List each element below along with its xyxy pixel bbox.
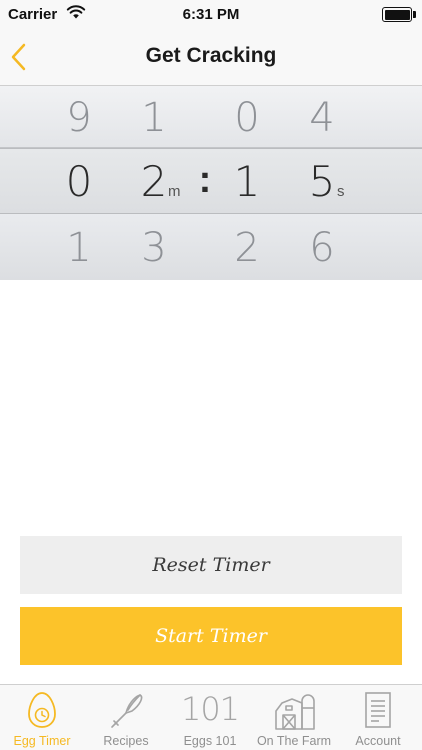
number-101-icon: 101 xyxy=(180,690,240,728)
tab-label: Eggs 101 xyxy=(183,734,237,748)
picker-row-below[interactable]: 1 3 2 6 xyxy=(0,214,422,280)
page-title: Get Cracking xyxy=(145,44,277,67)
tab-label: Account xyxy=(355,734,401,748)
tab-label: Recipes xyxy=(103,734,149,748)
start-timer-button[interactable]: Start Timer xyxy=(20,607,402,665)
egg-timer-icon xyxy=(28,692,56,728)
time-separator: : xyxy=(198,159,212,201)
tab-eggs-101[interactable]: 101 Eggs 101 xyxy=(168,685,252,750)
picker-digit[interactable]: 1 xyxy=(59,228,99,268)
tab-bar: Egg Timer Recipes 101 Eggs 101 On The Fa… xyxy=(0,684,422,750)
status-bar: Carrier 6:31 PM xyxy=(0,0,422,30)
picker-digit[interactable]: 6 xyxy=(302,228,342,268)
tab-label: On The Farm xyxy=(256,734,332,748)
document-icon xyxy=(365,692,391,728)
barn-icon xyxy=(275,694,315,730)
tab-egg-timer[interactable]: Egg Timer xyxy=(0,685,84,750)
chevron-left-icon[interactable] xyxy=(6,40,36,74)
picker-row-selected[interactable]: 0 2 m : 1 5 s xyxy=(0,148,422,214)
picker-digit[interactable]: 4 xyxy=(302,98,342,138)
tab-label: Egg Timer xyxy=(13,734,71,748)
picker-digit[interactable]: 1 xyxy=(134,98,174,138)
picker-digit[interactable]: 9 xyxy=(59,98,99,138)
picker-digit[interactable]: 3 xyxy=(134,228,174,268)
picker-row-above[interactable]: 9 1 0 4 xyxy=(0,86,422,148)
navigation-bar: Get Cracking xyxy=(0,30,422,86)
battery-tip xyxy=(413,11,416,18)
picker-digit[interactable]: 0 xyxy=(227,98,267,138)
whisk-icon xyxy=(111,694,143,728)
time-picker[interactable]: 9 1 0 4 0 2 m : 1 5 s 1 3 2 6 xyxy=(0,86,422,280)
battery-icon xyxy=(382,7,412,22)
tab-account[interactable]: Account xyxy=(336,685,420,750)
second-ones-digit[interactable]: 5 xyxy=(302,161,342,203)
tab-on-the-farm[interactable]: On The Farm xyxy=(252,685,336,750)
second-unit-label: s xyxy=(337,183,345,200)
minute-tens-digit[interactable]: 0 xyxy=(59,161,99,203)
status-time: 6:31 PM xyxy=(182,6,240,23)
reset-timer-button[interactable]: Reset Timer xyxy=(20,536,402,594)
tab-recipes[interactable]: Recipes xyxy=(84,685,168,750)
picker-digit[interactable]: 2 xyxy=(227,228,267,268)
second-tens-digit[interactable]: 1 xyxy=(227,161,267,203)
minute-unit-label: m xyxy=(168,183,181,200)
